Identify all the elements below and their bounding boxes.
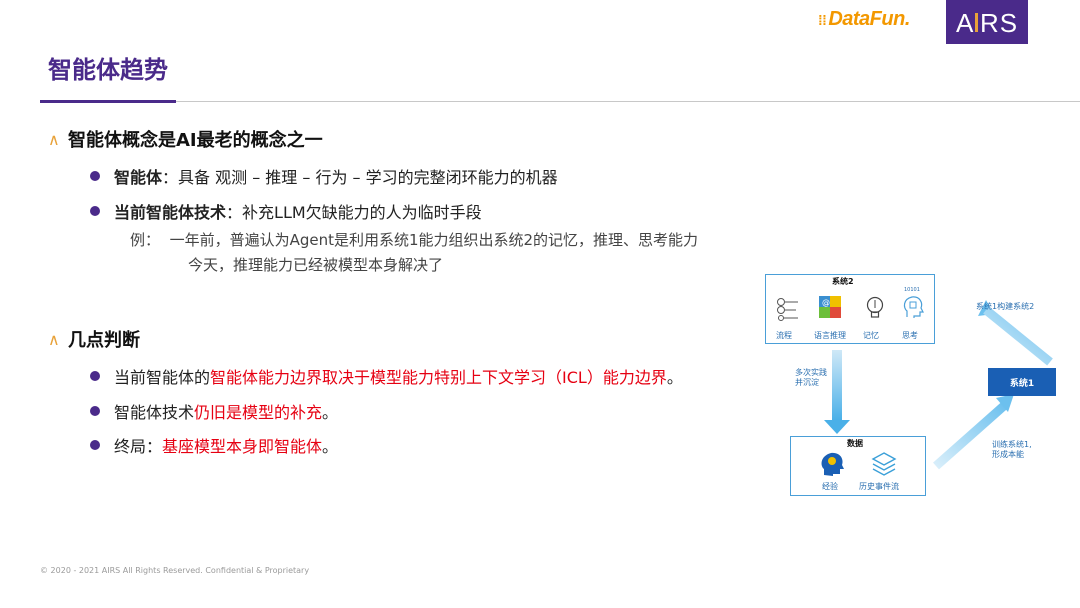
title-divider [40,101,1080,102]
bullet-dot-icon [90,371,100,381]
bullet-sep: ： [162,168,179,187]
page-title: 智能体趋势 [48,56,168,84]
flow-label: 流程 [776,331,792,340]
flow-icon [777,298,798,321]
bullet-dot-icon [90,206,100,216]
system-diagram: 系统2 @ 10101 流程 语言推理 记忆 思考 系统1 数据 经验 历史事件… [760,270,1070,500]
datafun-logo: ⁞⁞ DataFun. [818,8,910,30]
judgment-point-3: 终局： 基座模型本身即智能体。 [90,433,338,457]
point-prefix: 当前智能体的 [114,368,211,387]
arrow-down-icon [824,350,850,434]
bullet-text: 补充LLM欠缺能力的人为临时手段 [242,203,482,222]
section2-heading-text: 几点判断 [68,330,140,351]
arrow-label-top: 系统1构建系统2 [976,302,1035,311]
point-prefix: 智能体技术 [114,403,195,422]
thinking-head-icon [903,296,924,318]
experience-brain-icon [821,452,844,476]
airs-logo: A RS [946,0,1028,44]
arrow-label-right-line1: 训练系统1, [992,440,1032,449]
event-history-label: 历史事件流 [859,482,899,491]
example-line-1: 例： 一年前，普遍认为Agent是利用系统1能力组织出系统2的记忆，推理、思考能… [130,229,698,250]
chevron-up-icon: ∧ [48,329,60,349]
system1-box: 系统1 [988,368,1056,396]
title-accent-bar [40,100,176,103]
example-line-2: 今天，推理能力已经被模型本身解决了 [188,256,444,274]
bullet-term: 智能体 [114,168,163,187]
judgment-point-2: 智能体技术 仍旧是模型的补充。 [90,399,338,423]
svg-text:@: @ [822,298,830,307]
point-suffix: 。 [322,403,339,422]
data-box: 数据 经验 历史事件流 [790,436,926,496]
thinking-label: 思考 [902,331,918,340]
judgment-point-1: 当前智能体的 智能体能力边界取决于模型能力特别上下文学习（ICL）能力边界。 [90,364,683,388]
bullet-current-agent-tech: 当前智能体技术：补充LLM欠缺能力的人为临时手段 [90,199,482,223]
arrow-label-left-line2: 并沉淀 [795,378,819,387]
bullet-text: 具备 观测 – 推理 – 行为 – 学习的完整闭环能力的机器 [178,168,558,187]
point-highlight: 基座模型本身即智能体 [162,437,323,456]
section1-heading: ∧ 智能体概念是AI最老的概念之一 [48,126,323,152]
arrow-label-right: 训练系统1, 形成本能 [992,440,1032,460]
bullet-dot-icon [90,171,100,181]
bullet-sep: ： [226,203,243,222]
svg-text:A: A [956,8,974,37]
bullet-agent-definition: 智能体：具备 观测 – 推理 – 行为 – 学习的完整闭环能力的机器 [90,164,558,188]
system2-box: 系统2 @ 10101 流程 语言推理 记忆 思考 [765,274,935,344]
memory-label: 记忆 [863,331,879,340]
point-prefix: 终局： [114,437,163,456]
arrow-label-right-line2: 形成本能 [992,450,1024,459]
bullet-dot-icon [90,440,100,450]
arrow-label-left-line1: 多次实践 [795,368,827,377]
event-history-stack-icon [871,452,897,476]
example-text-1: 一年前，普遍认为Agent是利用系统1能力组织出系统2的记忆，推理、思考能力 [169,231,699,249]
footer-copyright: © 2020 - 2021 AIRS All Rights Reserved. … [40,566,310,575]
bullet-dot-icon [90,406,100,416]
bullet-term: 当前智能体技术 [114,203,227,222]
system2-title: 系统2 [832,277,854,286]
experience-label: 经验 [822,482,838,491]
language-reasoning-icon: @ [819,296,841,318]
point-suffix: 。 [666,368,683,387]
section2-heading: ∧ 几点判断 [48,326,140,352]
language-reasoning-label: 语言推理 [814,331,846,340]
point-highlight: 智能体能力边界取决于模型能力特别上下文学习（ICL）能力边界 [210,368,667,387]
memory-lightbulb-icon [866,296,884,318]
airs-wordmark-icon: A RS [956,8,1018,37]
binary-text: 10101 [904,287,920,293]
example-prefix: 例： [130,231,161,249]
section1-heading-text: 智能体概念是AI最老的概念之一 [68,130,323,151]
point-highlight: 仍旧是模型的补充 [194,403,323,422]
point-suffix: 。 [322,437,339,456]
arrow-label-left: 多次实践 并沉淀 [795,368,827,388]
dots-icon: ⁞⁞ [818,12,827,28]
data-title: 数据 [847,439,863,448]
chevron-up-icon: ∧ [48,129,60,149]
svg-text:RS: RS [980,8,1018,37]
